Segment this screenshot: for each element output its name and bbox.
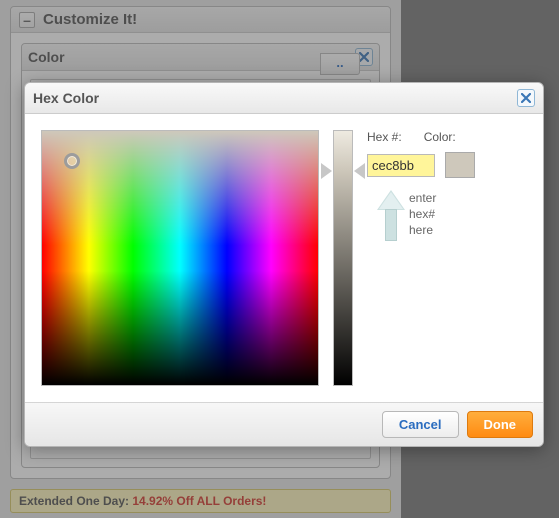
hex-color-dialog: Hex Color Hex #: Color: bbox=[24, 82, 544, 447]
dialog-body: Hex #: Color: enter hex# here bbox=[25, 114, 543, 402]
hint-line-3: here bbox=[409, 222, 436, 238]
field-inputs-row bbox=[367, 152, 475, 178]
hex-label: Hex #: bbox=[367, 130, 402, 144]
hex-input[interactable] bbox=[367, 154, 435, 177]
dialog-footer: Cancel Done bbox=[25, 402, 543, 446]
dialog-right-column: Hex #: Color: enter hex# here bbox=[367, 130, 475, 242]
done-button[interactable]: Done bbox=[467, 411, 534, 438]
spectrum-cursor[interactable] bbox=[64, 153, 80, 169]
dialog-titlebar[interactable]: Hex Color bbox=[25, 83, 543, 114]
dialog-title-text: Hex Color bbox=[33, 90, 99, 106]
lightness-wrapper bbox=[333, 130, 353, 386]
hint-line-2: hex# bbox=[409, 206, 436, 222]
hint-text: enter hex# here bbox=[409, 190, 436, 242]
hint-line-1: enter bbox=[409, 190, 436, 206]
color-spectrum[interactable] bbox=[41, 130, 319, 386]
color-swatch bbox=[445, 152, 475, 178]
arrow-up-icon bbox=[377, 190, 405, 242]
hint-block: enter hex# here bbox=[377, 190, 436, 242]
color-label: Color: bbox=[424, 130, 456, 144]
lightness-slider[interactable] bbox=[333, 130, 353, 386]
field-labels-row: Hex #: Color: bbox=[367, 130, 456, 144]
cancel-button[interactable]: Cancel bbox=[382, 411, 459, 438]
dialog-close-icon[interactable] bbox=[517, 89, 535, 107]
